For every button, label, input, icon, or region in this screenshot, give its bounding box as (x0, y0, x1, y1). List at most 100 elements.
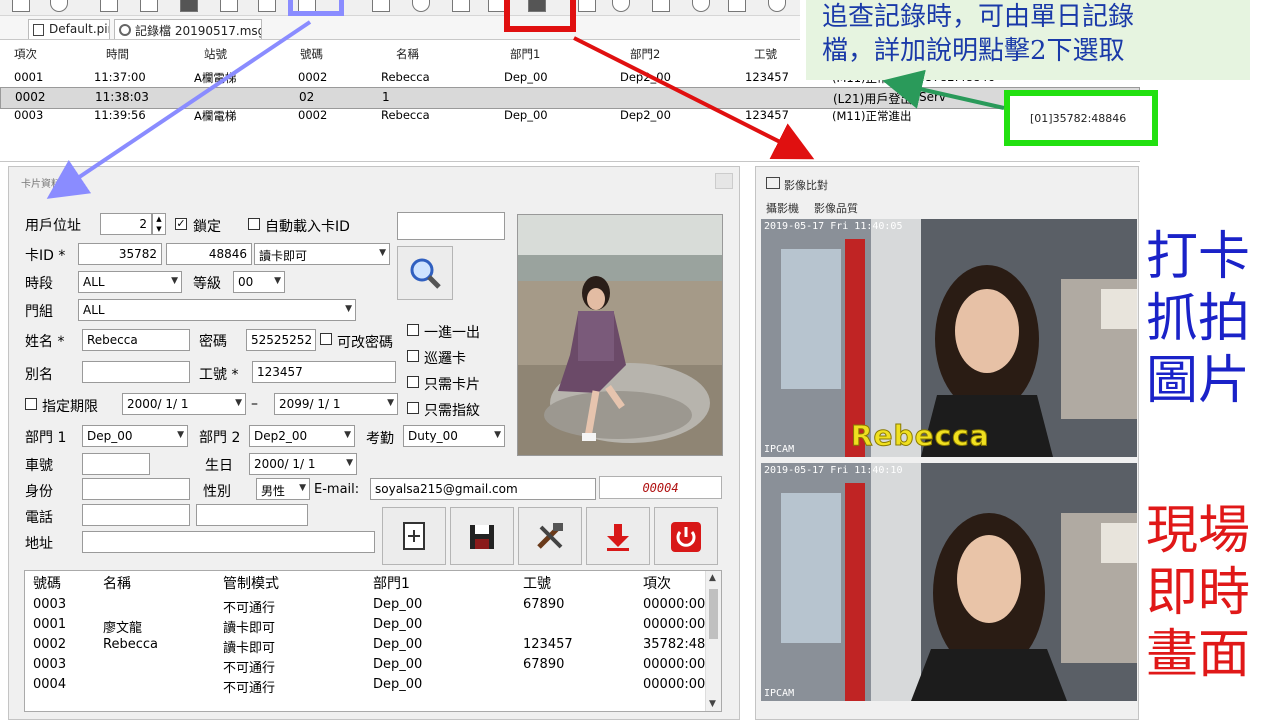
history-icon[interactable] (50, 0, 68, 12)
record-cell-time: 11:38:03 (95, 90, 149, 104)
emp-no-field[interactable]: 123457 (252, 361, 396, 383)
scroll-thumb[interactable] (709, 589, 718, 639)
card-mode-select[interactable]: 讀卡即可 ▼ (254, 243, 390, 265)
card-id-site-field[interactable]: 35782 (78, 243, 162, 265)
set-period-checkbox[interactable] (25, 398, 37, 410)
settings-icon[interactable] (612, 0, 630, 12)
emp-no-label: 工號 * (199, 367, 239, 383)
card-id-number-field[interactable]: 48846 (166, 243, 252, 265)
name-field[interactable]: Rebecca (82, 329, 190, 351)
password-label: 密碼 (199, 334, 227, 350)
col-dept2[interactable]: 部門2 (630, 46, 660, 62)
record-cell-name: Rebecca (381, 70, 430, 84)
scroll-down-icon[interactable]: ▼ (709, 699, 716, 709)
search-button[interactable] (397, 246, 453, 300)
col-emp[interactable]: 工號 (523, 573, 551, 593)
save-icon (470, 525, 494, 549)
col-name[interactable]: 名稱 (103, 573, 131, 593)
date-to-picker[interactable]: 2099/ 1/ 1 ▼ (274, 393, 398, 415)
grid-icon[interactable] (372, 0, 390, 12)
list-icon[interactable] (140, 0, 158, 12)
col-item[interactable]: 項次 (14, 46, 37, 62)
col-name[interactable]: 名稱 (396, 46, 419, 62)
search-icon (410, 258, 441, 289)
tab-record-file[interactable]: 記錄檔 20190517.msg (114, 19, 262, 39)
car-plate-field[interactable] (82, 453, 150, 475)
tab-camera[interactable]: 攝影機 (766, 200, 799, 216)
address-stepper[interactable]: ▲ ▼ (152, 213, 166, 235)
patrol-checkbox[interactable] (407, 350, 419, 362)
col-item[interactable]: 項次 (643, 573, 671, 593)
in-out-checkbox[interactable] (407, 324, 419, 336)
card-only-checkbox[interactable] (407, 376, 419, 388)
annotation-note: 追查記錄時，可由單日記錄 檔，詳加說明點擊2下選取 (806, 0, 1250, 80)
dept2-value: Dep2_00 (254, 429, 308, 443)
edit-icon[interactable] (100, 0, 118, 12)
phone-field-2[interactable] (196, 504, 308, 526)
record-row[interactable]: 0003 11:39:56 A欄電梯 0002 Rebecca Dep_00 Dep2_00… (0, 106, 1140, 125)
calendar-icon[interactable] (180, 0, 198, 12)
attendance-select[interactable]: Duty_00 ▼ (403, 425, 505, 447)
door-group-select[interactable]: ALL ▼ (78, 299, 356, 321)
stop-icon[interactable] (768, 0, 786, 12)
card-table-row[interactable]: 0001 廖文龍 讀卡即可 Dep_00 00000:00 (25, 615, 705, 636)
card-table-row[interactable]: 0003 不可通行 Dep_00 67890 00000:00 (25, 595, 705, 616)
can-change-pw-checkbox[interactable] (320, 333, 332, 345)
col-station[interactable]: 站號 (204, 46, 227, 62)
auto-load-checkbox[interactable] (248, 218, 260, 230)
add-card-button[interactable] (382, 507, 446, 565)
table-icon[interactable] (220, 0, 238, 12)
phone-field-1[interactable] (82, 504, 190, 526)
col-number[interactable]: 號碼 (33, 573, 61, 593)
close-icon[interactable] (715, 173, 733, 189)
col-dept1[interactable]: 部門1 (510, 46, 540, 62)
red-text-line: 畫面 (1146, 625, 1251, 685)
alias-field[interactable] (82, 361, 190, 383)
col-emp[interactable]: 工號 (754, 46, 777, 62)
power-button[interactable] (654, 507, 718, 565)
chart-icon[interactable] (452, 0, 470, 12)
rewind-icon[interactable] (652, 0, 670, 12)
undo-icon[interactable] (258, 0, 276, 12)
record-cell-event: (M11)正常進出 (832, 109, 912, 123)
time-zone-select[interactable]: ALL ▼ (78, 271, 182, 293)
forward-icon[interactable] (728, 0, 746, 12)
birthday-select[interactable]: 2000/ 1/ 1 ▼ (249, 453, 357, 475)
col-mode[interactable]: 管制模式 (223, 573, 279, 593)
toolbar-icon-1[interactable] (12, 0, 30, 12)
user-address-field[interactable]: 2 (100, 213, 152, 235)
note-line-1: 追查記錄時，可由單日記錄 (822, 2, 1135, 32)
tab-default-pin[interactable]: Default.pin (28, 19, 110, 39)
date-from-picker[interactable]: 2000/ 1/ 1 ▼ (122, 393, 246, 415)
auto-load-field[interactable] (397, 212, 505, 240)
card-table-row[interactable]: 0002 Rebecca 讀卡即可 Dep_00 123457 35782:48 (25, 635, 705, 656)
zoom-icon[interactable] (692, 0, 710, 12)
col-number[interactable]: 號碼 (300, 46, 323, 62)
save-button[interactable] (450, 507, 514, 565)
live-camera-view: 2019-05-17 Fri 11:40:10 IPCAM (761, 463, 1137, 701)
dept2-select[interactable]: Dep2_00 ▼ (249, 425, 355, 447)
address-field[interactable] (82, 531, 375, 553)
gender-select[interactable]: 男性 ▼ (256, 478, 310, 500)
email-field[interactable]: soyalsa215@gmail.com (370, 478, 596, 500)
card-table-row[interactable]: 0003 不可通行 Dep_00 67890 00000:00 (25, 655, 705, 676)
camera-label: IPCAM (764, 688, 795, 699)
card-table-scrollbar[interactable]: ▲ ▼ (705, 571, 721, 711)
lock-checkbox[interactable]: ✓ (175, 218, 187, 230)
fp-only-checkbox[interactable] (407, 402, 419, 414)
clock-icon[interactable] (412, 0, 430, 12)
dept1-select[interactable]: Dep_00 ▼ (82, 425, 188, 447)
password-field[interactable]: 52525252 (246, 329, 316, 351)
address-label: 地址 (25, 536, 53, 552)
scroll-up-icon[interactable]: ▲ (709, 573, 716, 583)
monitor-icon[interactable] (578, 0, 596, 12)
id-no-field[interactable] (82, 478, 190, 500)
card-table-row[interactable]: 0004 不可通行 Dep_00 00000:00 (25, 675, 705, 696)
col-dept1[interactable]: 部門1 (373, 573, 410, 593)
tools-button[interactable] (518, 507, 582, 565)
download-button[interactable] (586, 507, 650, 565)
level-select[interactable]: 00 ▼ (233, 271, 285, 293)
col-time[interactable]: 時間 (106, 46, 129, 62)
tab-image-quality[interactable]: 影像品質 (814, 200, 858, 216)
camera-timestamp: 2019-05-17 Fri 11:40:05 (764, 221, 903, 232)
